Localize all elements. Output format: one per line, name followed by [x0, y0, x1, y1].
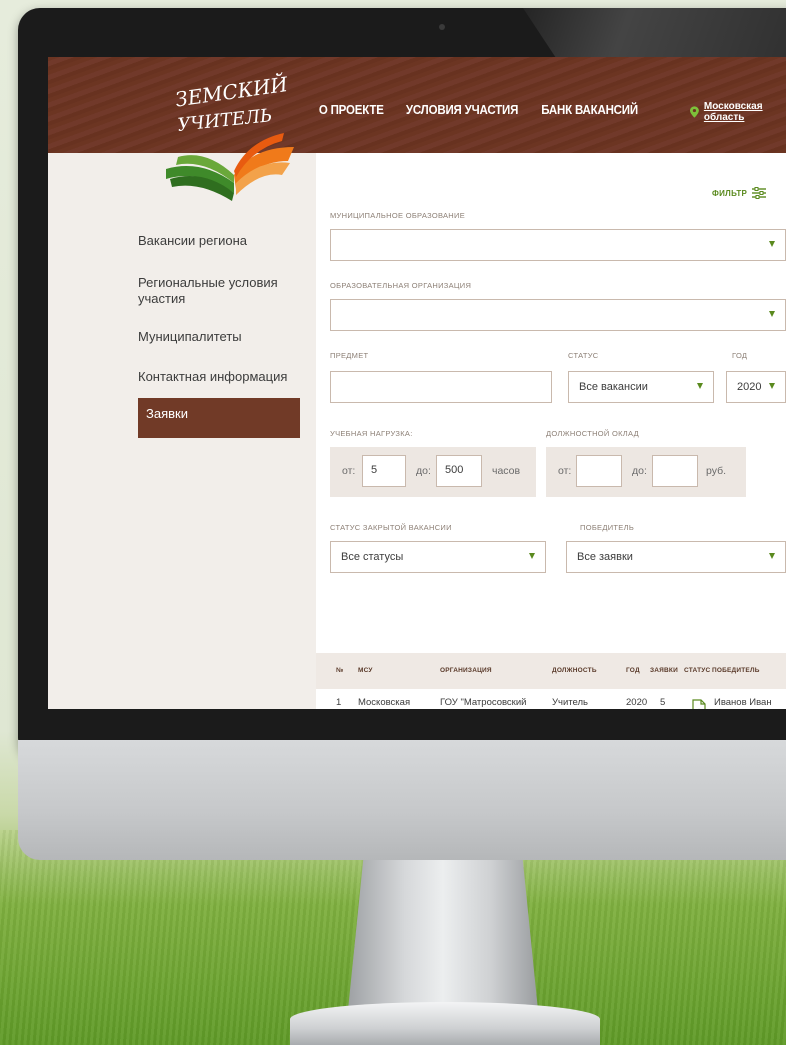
row-organization: ГОУ "Матросовский специальный (коррекцио…	[440, 697, 527, 709]
closed-status-value: Все статусы	[341, 551, 404, 563]
logo-text-top: ЗЕМСКИЙ	[174, 71, 290, 112]
load-from-label: от:	[342, 465, 356, 477]
closed-status-label: СТАТУС ЗАКРЫТОЙ ВАКАНСИИ	[330, 523, 452, 532]
load-label: УЧЕБНАЯ НАГРУЗКА:	[330, 429, 413, 438]
chevron-down-icon	[529, 553, 535, 559]
load-from-input[interactable]: 5	[362, 455, 406, 487]
row-msu: Московская область, деревня Путилково	[358, 697, 435, 709]
column-header: ГОД	[626, 667, 640, 674]
nav-about[interactable]: О ПРОЕКТЕ	[319, 103, 384, 117]
salary-to-label: до:	[632, 465, 647, 477]
load-to-input[interactable]: 500	[436, 455, 482, 487]
monitor-stand	[348, 860, 538, 1010]
year-label: ГОД	[732, 351, 748, 360]
column-header: ЗАЯВКИ	[650, 667, 678, 674]
load-from-value: 5	[371, 464, 378, 476]
region-name[interactable]: Московская область	[704, 101, 786, 123]
row-position: Учитель обществознания и права	[552, 697, 626, 709]
row-applications: 5	[660, 697, 666, 708]
sidebar-item-conditions[interactable]: Региональные условия участия	[138, 275, 300, 307]
organization-select[interactable]	[330, 299, 786, 331]
filter-toggle[interactable]: ФИЛЬТР	[712, 187, 767, 199]
sidebar-item-applications[interactable]: Заявки	[138, 398, 300, 438]
sidebar: Вакансии региона Региональные условия уч…	[48, 153, 316, 709]
year-select[interactable]: 2020	[726, 371, 786, 403]
monitor-chin	[18, 740, 786, 860]
subject-label: ПРЕДМЕТ	[330, 351, 369, 360]
chevron-down-icon	[769, 311, 775, 317]
subject-input[interactable]	[330, 371, 552, 403]
municipality-select[interactable]	[330, 229, 786, 261]
chevron-down-icon	[769, 241, 775, 247]
camera-dot	[439, 24, 445, 30]
status-select[interactable]: Все вакансии	[568, 371, 714, 403]
municipality-label: МУНИЦИПАЛЬНОЕ ОБРАЗОВАНИЕ	[330, 211, 466, 220]
location-pin-icon	[690, 106, 699, 118]
monitor-base	[290, 1002, 600, 1045]
main-nav: О ПРОЕКТЕ УСЛОВИЯ УЧАСТИЯ БАНК ВАКАНСИЙ	[316, 103, 642, 117]
year-value: 2020	[737, 381, 762, 393]
filter-icon	[752, 187, 767, 199]
document-icon[interactable]	[692, 699, 706, 709]
sidebar-item-contacts[interactable]: Контактная информация	[138, 369, 300, 385]
chevron-down-icon	[697, 383, 703, 389]
load-unit: часов	[492, 465, 521, 477]
nav-conditions[interactable]: УСЛОВИЯ УЧАСТИЯ	[405, 103, 517, 117]
column-header: ОРГАНИЗАЦИЯ	[440, 667, 492, 674]
region-selector[interactable]: Московская область	[690, 101, 786, 123]
chevron-down-icon	[769, 383, 775, 389]
load-to-label: до:	[416, 465, 431, 477]
column-header: ПОБЕДИТЕЛЬ	[712, 667, 760, 674]
sidebar-item-municipalities[interactable]: Муниципалитеты	[138, 329, 300, 345]
column-header: МСУ	[358, 667, 373, 674]
salary-from-input[interactable]	[576, 455, 622, 487]
row-winner: Иванов Иван Иванович	[714, 697, 772, 709]
filter-label: ФИЛЬТР	[712, 188, 748, 198]
winner-label: ПОБЕДИТЕЛЬ	[580, 523, 635, 532]
chevron-down-icon	[769, 553, 775, 559]
column-header: СТАТУС	[684, 667, 711, 674]
salary-range-box: от: до: руб.	[546, 447, 746, 497]
column-header: №	[336, 667, 344, 674]
salary-label: ДОЛЖНОСТНОЙ ОКЛАД	[546, 429, 639, 438]
status-value: Все вакансии	[579, 381, 648, 393]
row-number: 1	[336, 697, 342, 708]
column-header: ДОЛЖНОСТЬ	[552, 667, 597, 674]
nav-vacancies[interactable]: БАНК ВАКАНСИЙ	[541, 103, 638, 117]
website-screen: О ПРОЕКТЕ УСЛОВИЯ УЧАСТИЯ БАНК ВАКАНСИЙ …	[48, 57, 786, 709]
main-content: ФИЛЬТР МУНИЦИПАЛЬНОЕ ОБРАЗОВАНИЕ ОБРАЗОВ…	[316, 153, 786, 709]
row-year: 2020	[626, 697, 648, 708]
winner-value: Все заявки	[577, 551, 633, 563]
logo-text-bottom: УЧИТЕЛЬ	[177, 105, 274, 136]
salary-unit: руб.	[706, 465, 727, 477]
salary-from-label: от:	[558, 465, 572, 477]
site-logo[interactable]: ЗЕМСКИЙ УЧИТЕЛЬ	[156, 71, 306, 211]
table-header: № МСУ ОРГАНИЗАЦИЯ ДОЛЖНОСТЬ ГОД ЗАЯВКИ С…	[316, 653, 786, 689]
status-label: СТАТУС	[568, 351, 599, 360]
sidebar-item-vacancies[interactable]: Вакансии региона	[138, 233, 300, 249]
load-range-box: от: 5 до: 500 часов	[330, 447, 536, 497]
organization-label: ОБРАЗОВАТЕЛЬНАЯ ОРГАНИЗАЦИЯ	[330, 281, 472, 290]
closed-status-select[interactable]: Все статусы	[330, 541, 546, 573]
load-to-value: 500	[445, 464, 464, 476]
salary-to-input[interactable]	[652, 455, 698, 487]
winner-select[interactable]: Все заявки	[566, 541, 786, 573]
